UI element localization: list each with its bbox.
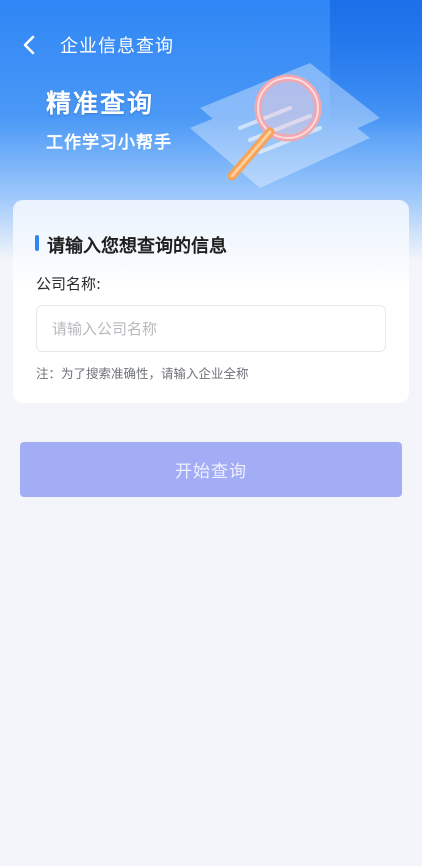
company-name-field[interactable]	[36, 305, 386, 352]
chevron-left-icon	[23, 35, 35, 55]
section-title: 请输入您想查询的信息	[47, 236, 227, 257]
company-name-input[interactable]	[37, 306, 385, 351]
company-name-label: 公司名称:	[36, 275, 102, 293]
hero-subtitle: 工作学习小帮手	[46, 133, 172, 153]
section-accent-bar	[35, 235, 39, 251]
back-button[interactable]	[14, 30, 44, 60]
query-form-card: 请输入您想查询的信息 公司名称: 注：为了搜索准确性，请输入企业全称	[13, 200, 409, 403]
page-title: 企业信息查询	[60, 36, 174, 57]
navigation-bar: 企业信息查询	[0, 22, 422, 66]
start-query-button[interactable]: 开始查询	[20, 442, 402, 497]
input-hint: 注：为了搜索准确性，请输入企业全称	[36, 366, 249, 381]
hero-title: 精准查询	[46, 89, 155, 118]
magnifier-icon	[190, 63, 380, 188]
